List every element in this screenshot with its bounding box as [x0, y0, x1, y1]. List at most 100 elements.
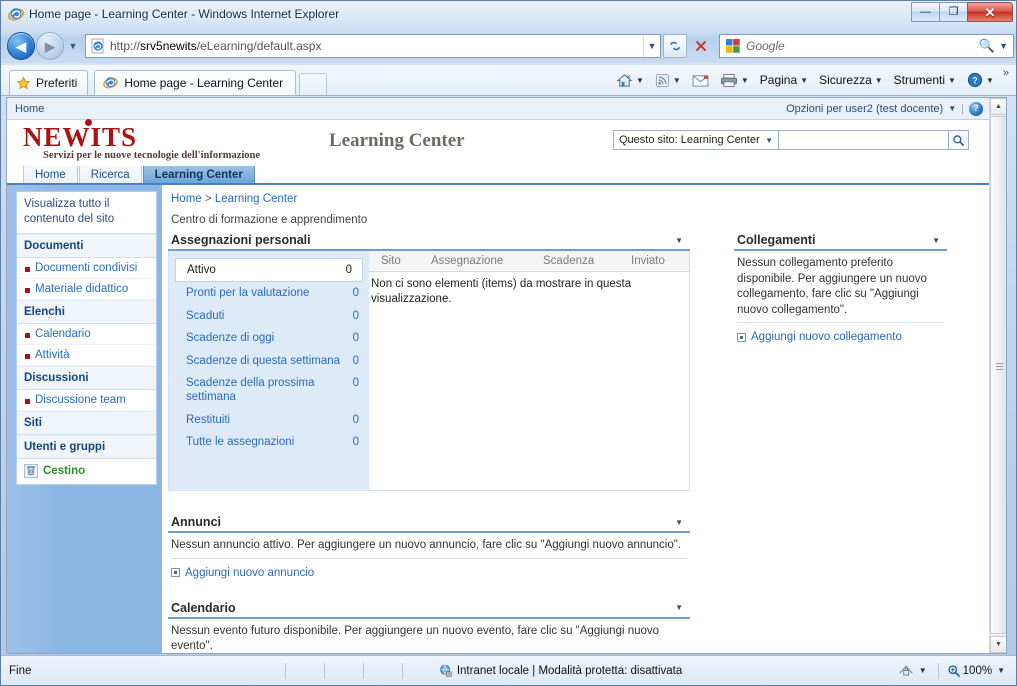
filter-count: 0: [345, 264, 352, 276]
site-logo[interactable]: NEWITS Servizi per le nuove tecnologie d…: [23, 119, 260, 162]
quick-launch-header-elenchi[interactable]: Elenchi: [17, 299, 156, 324]
refresh-button[interactable]: [663, 34, 687, 58]
page-menu-button[interactable]: Pagina ▼: [755, 70, 813, 90]
quick-launch-label: Cestino: [43, 464, 86, 477]
chevron-down-icon[interactable]: ▼: [919, 666, 927, 675]
breadcrumb-home[interactable]: Home: [171, 193, 202, 205]
close-button[interactable]: ✕: [967, 2, 1013, 22]
assignment-filter-scaduti[interactable]: Scaduti 0: [169, 305, 369, 327]
forward-button[interactable]: ▶: [36, 32, 64, 60]
stop-button[interactable]: [689, 34, 713, 58]
column-header-sito[interactable]: Sito: [369, 255, 431, 267]
assignment-filter-pronti-valutazione[interactable]: Pronti per la valutazione 0: [169, 282, 369, 304]
webpart-menu-button[interactable]: ▼: [675, 518, 686, 527]
filter-count: 0: [352, 436, 359, 448]
browser-tab-learning-center[interactable]: Home page - Learning Center: [94, 70, 297, 95]
zoom-level-label[interactable]: 100%: [963, 665, 992, 677]
site-tab-learning-center[interactable]: Learning Center: [142, 165, 255, 183]
site-tab-home[interactable]: Home: [23, 165, 78, 183]
quick-launch-item-materiale-didattico[interactable]: Materiale didattico: [17, 279, 156, 300]
maximize-icon: ❐: [948, 5, 959, 18]
chevron-down-icon[interactable]: ▼: [800, 76, 808, 85]
assignment-filter-restituiti[interactable]: Restituiti 0: [169, 409, 369, 431]
view-all-site-content-link[interactable]: Visualizza tutto il contenuto del sito: [17, 192, 156, 234]
history-dropdown-button[interactable]: ▼: [65, 34, 81, 58]
back-button[interactable]: ◀: [7, 32, 35, 60]
svg-text:?: ?: [972, 76, 978, 86]
quick-launch-item-attivita[interactable]: Attività: [17, 345, 156, 366]
browser-search-box[interactable]: Google 🔍 ▼: [719, 34, 1014, 58]
mail-button[interactable]: [687, 71, 714, 90]
favorites-button[interactable]: Preferiti: [9, 70, 89, 95]
scroll-up-button[interactable]: ▲: [990, 98, 1006, 115]
overflow-icon[interactable]: »: [1000, 67, 1012, 79]
assignment-filter-scadenze-oggi[interactable]: Scadenze di oggi 0: [169, 327, 369, 349]
global-home-link[interactable]: Home: [15, 103, 44, 115]
tools-menu-label: Strumenti: [893, 73, 946, 87]
privacy-icon[interactable]: [898, 664, 914, 678]
quick-launch-header-discussioni[interactable]: Discussioni: [17, 365, 156, 390]
search-input[interactable]: [779, 130, 949, 150]
address-dropdown-button[interactable]: ▼: [643, 35, 660, 57]
chevron-down-icon[interactable]: ▼: [741, 76, 749, 85]
column-header-inviato[interactable]: Inviato: [631, 255, 665, 267]
help-icon[interactable]: ?: [969, 101, 983, 116]
scrollbar-thumb[interactable]: [990, 116, 1006, 634]
divider: [284, 662, 286, 679]
bullet-icon: [25, 287, 30, 293]
help-menu-button[interactable]: ? ▼: [962, 69, 999, 91]
webpart-menu-button[interactable]: ▼: [932, 236, 943, 245]
add-new-link-link[interactable]: Aggiungi nuovo collegamento: [737, 331, 944, 343]
close-icon: ✕: [984, 4, 996, 20]
search-icon[interactable]: 🔍: [979, 38, 995, 54]
chevron-down-icon[interactable]: ▼: [997, 666, 1005, 675]
assignment-filter-scadenze-questa-settimana[interactable]: Scadenze di questa settimana 0: [169, 350, 369, 372]
stop-icon: [696, 41, 706, 51]
column-header-assegnazione[interactable]: Assegnazione: [431, 255, 543, 267]
quick-launch-header-documenti[interactable]: Documenti: [17, 233, 156, 258]
chevron-down-icon[interactable]: ▼: [948, 76, 956, 85]
search-go-button[interactable]: [949, 130, 969, 150]
add-new-announcement-link[interactable]: Aggiungi nuovo annuncio: [171, 567, 687, 579]
quick-launch-label: Calendario: [35, 327, 91, 340]
site-tab-label: Ricerca: [90, 168, 130, 181]
chevron-down-icon[interactable]: ▼: [999, 41, 1008, 51]
browser-search-placeholder: Google: [746, 39, 785, 53]
chevron-down-icon[interactable]: ▼: [986, 76, 994, 85]
quick-launch-item-documenti-condivisi[interactable]: Documenti condivisi: [17, 258, 156, 279]
new-tab-button[interactable]: [299, 73, 328, 95]
tools-menu-button[interactable]: Strumenti ▼: [889, 70, 961, 90]
assignment-filter-scadenze-prossima-settimana[interactable]: Scadenze della prossima settimana 0: [169, 372, 369, 409]
quick-launch-header-siti[interactable]: Siti: [17, 410, 156, 435]
maximize-button[interactable]: ❐: [939, 2, 968, 22]
quick-launch-item-cestino[interactable]: Cestino: [17, 459, 156, 484]
column-header-scadenza[interactable]: Scadenza: [543, 255, 631, 267]
breadcrumb-current[interactable]: Learning Center: [215, 193, 297, 205]
quick-launch-item-calendario[interactable]: Calendario: [17, 324, 156, 345]
logo-dot-icon: [85, 119, 92, 126]
print-button[interactable]: ▼: [715, 70, 754, 91]
search-scope-dropdown[interactable]: Questo sito: Learning Center ▼: [613, 130, 779, 150]
assignment-filter-tutte-le-assegnazioni[interactable]: Tutte le assegnazioni 0: [169, 431, 369, 453]
site-tab-ricerca[interactable]: Ricerca: [78, 165, 142, 183]
navigation-bar: ◀ ▶ ▼ http://srv5newits/eLearning/defaul…: [1, 29, 1016, 63]
security-zone-indicator[interactable]: Intranet locale | Modalità protetta: dis…: [439, 664, 682, 678]
webpart-menu-button[interactable]: ▼: [675, 603, 686, 612]
webpart-menu-button[interactable]: ▼: [675, 236, 686, 245]
chevron-down-icon[interactable]: ▼: [875, 76, 883, 85]
quick-launch-label: Attività: [35, 348, 70, 361]
feeds-button[interactable]: ▼: [650, 70, 686, 91]
address-bar[interactable]: http://srv5newits/eLearning/default.aspx…: [85, 34, 661, 58]
page-scrollbar[interactable]: ▲ ▼: [989, 98, 1006, 653]
chevron-down-icon[interactable]: ▼: [948, 104, 956, 113]
minimize-button[interactable]: —: [911, 2, 940, 22]
scroll-down-button[interactable]: ▼: [990, 636, 1006, 653]
quick-launch-item-discussione-team[interactable]: Discussione team: [17, 390, 156, 411]
chevron-down-icon[interactable]: ▼: [636, 76, 644, 85]
user-options-menu[interactable]: Opzioni per user2 (test docente): [786, 103, 943, 115]
assignment-filter-attivo[interactable]: Attivo 0: [175, 258, 363, 283]
quick-launch-header-utenti-e-gruppi[interactable]: Utenti e gruppi: [17, 434, 156, 459]
home-button[interactable]: ▼: [611, 70, 649, 91]
chevron-down-icon[interactable]: ▼: [673, 76, 681, 85]
security-menu-button[interactable]: Sicurezza ▼: [814, 70, 888, 90]
